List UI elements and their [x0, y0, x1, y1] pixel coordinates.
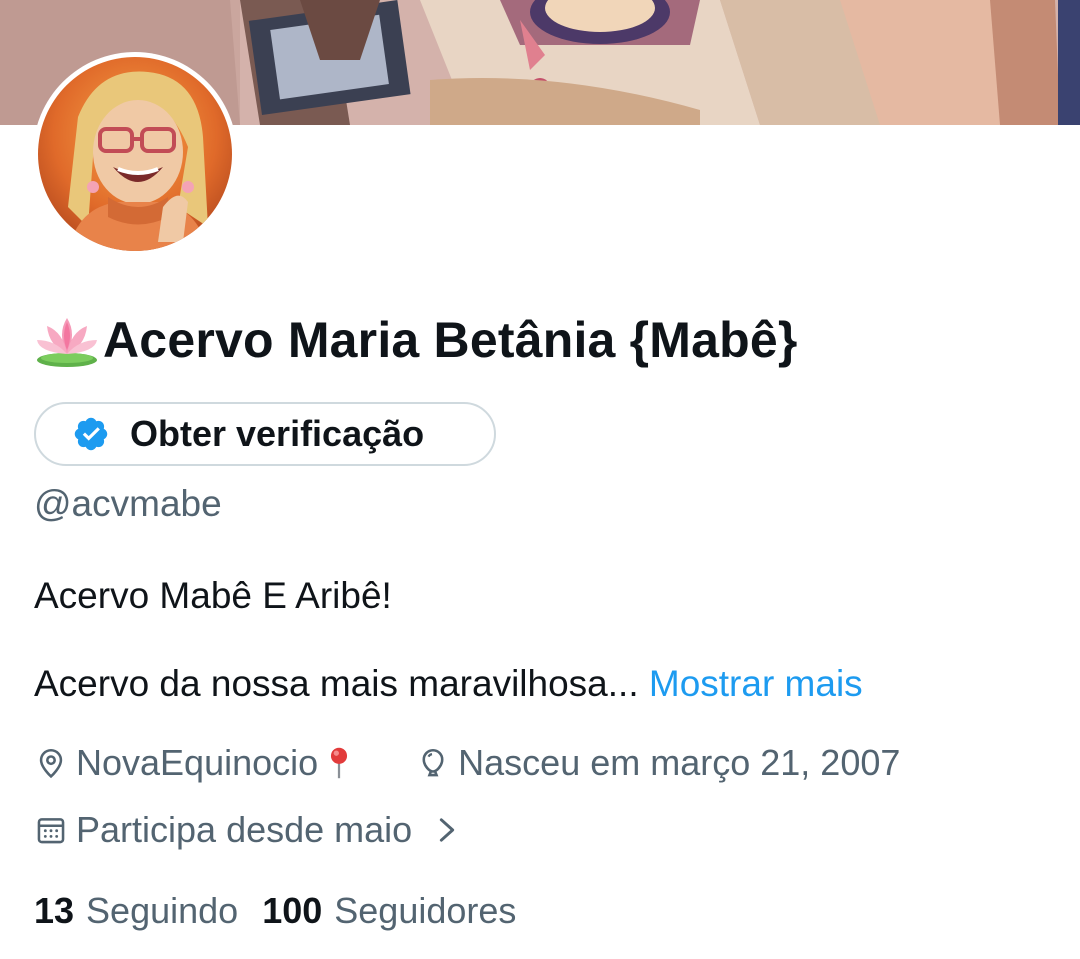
bio-line-2: Acervo da nossa mais maravilhosa... Most…: [34, 663, 863, 705]
location-text: NovaEquinocio: [76, 742, 319, 783]
followers-label: Seguidores: [334, 890, 517, 931]
bio-line-1: Acervo Mabê E Aribê!: [34, 575, 392, 616]
following-link[interactable]: 13 Seguindo: [34, 890, 238, 932]
username-handle: @acvmabe: [34, 483, 222, 524]
birthday-item: Nasceu em março 21, 2007: [416, 742, 900, 784]
following-label: Seguindo: [86, 890, 239, 931]
round-pushpin-icon: [331, 747, 348, 779]
followers-count: 100: [262, 890, 323, 931]
birthday-text: Nasceu em março 21, 2007: [458, 742, 901, 783]
avatar-image: [38, 57, 232, 251]
calendar-icon: [37, 818, 65, 844]
verified-badge-icon: [74, 417, 108, 451]
bio-text: Acervo da nossa mais maravilhosa...: [34, 663, 639, 704]
get-verified-label: Obter verificação: [130, 413, 425, 454]
balloon-icon: [422, 748, 444, 777]
location-item: NovaEquinocio: [34, 742, 364, 784]
get-verified-button[interactable]: Obter verificação: [34, 402, 496, 466]
location-icon: [39, 748, 63, 779]
display-name: Acervo Maria Betânia {Mabê}: [33, 310, 798, 370]
joined-text: Participa desde maio: [76, 809, 413, 850]
profile-page: Acervo Maria Betânia {Mabê} Obter verifi…: [0, 0, 1080, 959]
followers-link[interactable]: 100 Seguidores: [262, 890, 516, 932]
display-name-text: Acervo Maria Betânia {Mabê}: [103, 312, 798, 368]
avatar[interactable]: [33, 52, 237, 256]
profile-meta-row: NovaEquinocio Nasceu em março 21, 2007: [34, 742, 900, 784]
follow-stats: 13 Seguindo 100 Seguidores: [34, 890, 516, 932]
following-count: 13: [34, 890, 75, 931]
joined-row[interactable]: Participa desde maio: [34, 809, 472, 851]
chevron-right-icon: [440, 818, 455, 842]
lotus-icon: [37, 318, 97, 367]
show-more-link[interactable]: Mostrar mais: [649, 663, 863, 704]
joined-item[interactable]: Participa desde maio: [34, 809, 472, 851]
